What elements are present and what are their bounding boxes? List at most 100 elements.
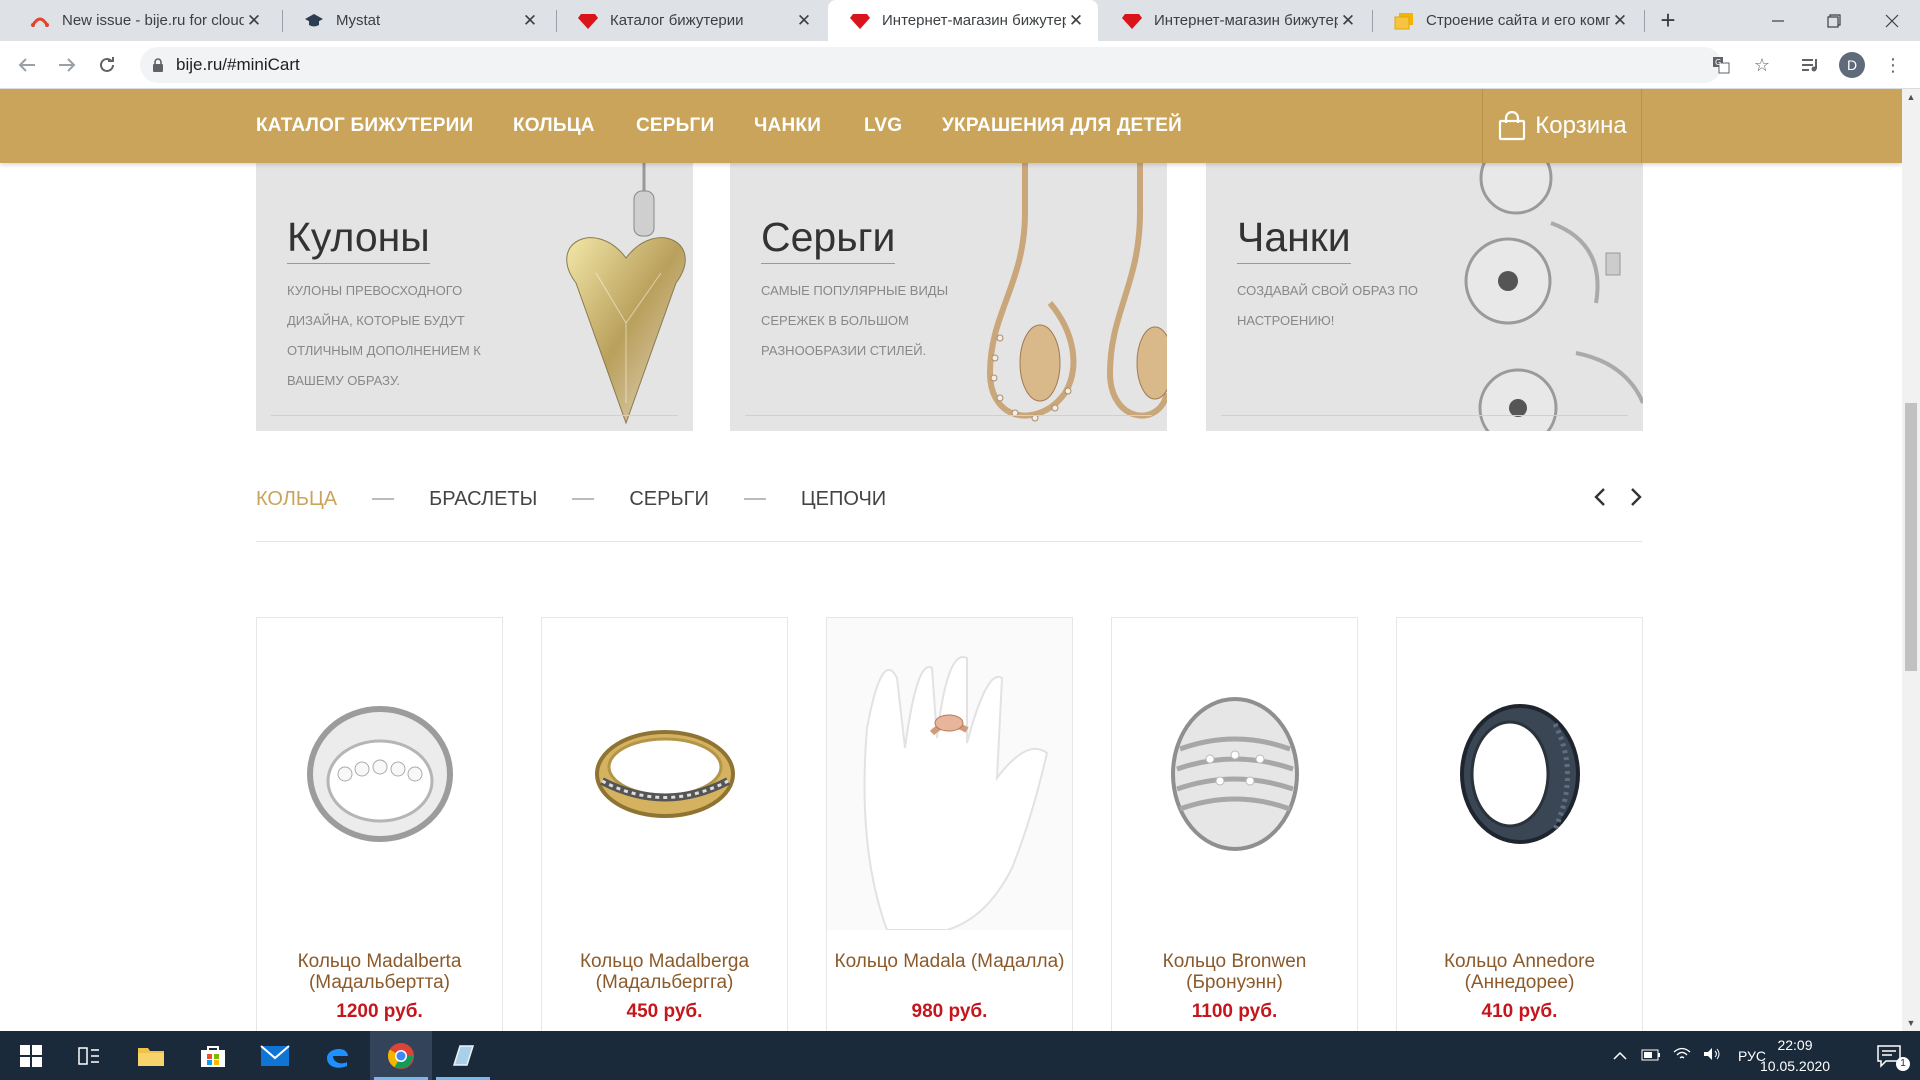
tab-gitlab[interactable]: New issue - bije.ru for cloud1 ✕: [8, 0, 276, 41]
mail-icon: [260, 1044, 290, 1066]
restore-button[interactable]: [1806, 0, 1862, 41]
product-card[interactable]: Кольцо Madalberga (Мадальбергга) 450 руб…: [541, 617, 788, 1031]
banner-description: Создавай свой образ по настроению!: [1237, 283, 1418, 328]
banner-pendants[interactable]: Кулоны Кулоны превосходного дизайна, кот…: [256, 163, 693, 431]
minimize-button[interactable]: [1750, 0, 1806, 41]
scroll-thumb[interactable]: [1905, 403, 1917, 671]
nav-kids-jewelry[interactable]: УКРАШЕНИЯ ДЛЯ ДЕТЕЙ: [942, 115, 1182, 137]
task-view-button[interactable]: [58, 1031, 120, 1080]
tab-rings[interactable]: КОЛЬЦА: [256, 488, 337, 511]
close-tab-icon[interactable]: ✕: [1338, 11, 1358, 31]
cart-label: Корзина: [1535, 112, 1627, 139]
close-window-button[interactable]: [1864, 0, 1920, 41]
tab-shop[interactable]: Интернет-магазин бижутерии ✕: [1100, 0, 1370, 41]
tab-title: Интернет-магазин бижутерии: [882, 12, 1066, 29]
product-name[interactable]: Кольцо Annedore (Аннедорее): [1397, 951, 1642, 993]
product-image[interactable]: [542, 618, 787, 930]
product-card[interactable]: Кольцо Annedore (Аннедорее) 410 руб.: [1396, 617, 1643, 1031]
product-name[interactable]: Кольцо Madala (Мадалла): [827, 951, 1072, 972]
file-explorer-button[interactable]: [120, 1031, 182, 1080]
volume-icon[interactable]: [1697, 1047, 1727, 1064]
notifications-button[interactable]: 1: [1858, 1031, 1920, 1080]
new-tab-button[interactable]: +: [1654, 7, 1682, 35]
browser-toolbar: bije.ru/#miniCart G ☆ D ⋮: [0, 41, 1920, 89]
edge-button[interactable]: [306, 1031, 368, 1080]
close-tab-icon[interactable]: ✕: [520, 11, 540, 31]
nav-earrings[interactable]: СЕРЬГИ: [636, 115, 714, 137]
wifi-icon[interactable]: [1667, 1047, 1697, 1064]
tab-catalog[interactable]: Каталог бижутерии ✕: [556, 0, 826, 41]
start-button[interactable]: [0, 1031, 62, 1080]
profile-avatar[interactable]: D: [1839, 52, 1865, 78]
carousel-prev-button[interactable]: [1588, 483, 1612, 511]
tab-bracelets[interactable]: БРАСЛЕТЫ: [429, 488, 537, 511]
product-name[interactable]: Кольцо Madalberta (Мадальбертта): [257, 951, 502, 993]
battery-icon[interactable]: [1635, 1048, 1667, 1064]
scroll-down-arrow[interactable]: ▼: [1902, 1015, 1920, 1031]
kebab-menu-icon[interactable]: ⋮: [1878, 50, 1908, 80]
forward-button[interactable]: [52, 50, 82, 80]
product-name[interactable]: Кольцо Madalberga (Мадальбергга): [542, 951, 787, 993]
product-image[interactable]: [257, 618, 502, 930]
system-clock[interactable]: 22:09 10.05.2020: [1760, 1035, 1830, 1077]
nav-lvg[interactable]: LVG: [864, 115, 902, 137]
close-tab-icon[interactable]: ✕: [794, 11, 814, 31]
svg-text:G: G: [1715, 58, 1721, 67]
banner-chunks[interactable]: Чанки Создавай свой образ по настроению!: [1206, 163, 1643, 431]
windows-logo-icon: [20, 1044, 42, 1067]
chrome-button[interactable]: [370, 1031, 432, 1080]
carousel-next-button[interactable]: [1624, 483, 1648, 511]
chevron-up-icon[interactable]: [1605, 1048, 1635, 1064]
product-card[interactable]: Кольцо Madala (Мадалла) 980 руб.: [826, 617, 1073, 1031]
product-name[interactable]: Кольцо Bronwen (Бронуэнн): [1112, 951, 1357, 993]
product-image[interactable]: [1397, 618, 1642, 930]
bookmark-star-icon[interactable]: ☆: [1747, 50, 1777, 80]
windows-taskbar: РУС 22:09 10.05.2020 1: [0, 1031, 1920, 1080]
chrome-icon: [387, 1042, 414, 1069]
page-scrollbar[interactable]: ▲ ▼: [1902, 89, 1920, 1031]
gitlab-icon: [30, 11, 50, 31]
tab-title: Интернет-магазин бижутерии: [1154, 12, 1338, 29]
close-tab-icon[interactable]: ✕: [244, 11, 264, 31]
product-image[interactable]: [1112, 618, 1357, 930]
product-price: 980 руб.: [911, 1001, 988, 1022]
mail-button[interactable]: [244, 1031, 306, 1080]
store-button[interactable]: [182, 1031, 244, 1080]
media-queue-icon[interactable]: [1795, 50, 1825, 80]
tab-slides[interactable]: Строение сайта и его компоненты ✕: [1372, 0, 1642, 41]
nav-rings[interactable]: КОЛЬЦА: [513, 115, 595, 137]
product-price: 410 руб.: [1481, 1001, 1558, 1022]
product-image[interactable]: [827, 618, 1072, 930]
product-card[interactable]: Кольцо Madalberta (Мадальбертта) 1200 ру…: [256, 617, 503, 1031]
reload-button[interactable]: [92, 50, 122, 80]
translate-icon[interactable]: G: [1706, 50, 1736, 80]
clock-date: 10.05.2020: [1760, 1058, 1831, 1074]
tab-mystat[interactable]: Mystat ✕: [282, 0, 552, 41]
banner-title: Чанки: [1237, 214, 1351, 264]
slides-icon: [1394, 11, 1414, 31]
nav-chunks[interactable]: ЧАНКИ: [754, 115, 821, 137]
close-tab-icon[interactable]: ✕: [1610, 11, 1630, 31]
scroll-up-arrow[interactable]: ▲: [1902, 89, 1920, 105]
store-bag-icon: [201, 1045, 225, 1067]
folder-icon: [138, 1047, 164, 1066]
site-main-nav: КАТАЛОГ БИЖУТЕРИИ КОЛЬЦА СЕРЬГИ ЧАНКИ LV…: [0, 89, 1902, 163]
tab-title: New issue - bije.ru for cloud1: [62, 12, 244, 29]
cart-button[interactable]: Корзина: [1482, 89, 1642, 163]
banner-earrings[interactable]: Серьги Самые популярные виды сережек в б…: [730, 163, 1167, 431]
banner-title: Серьги: [761, 214, 896, 264]
close-tab-icon[interactable]: ✕: [1066, 11, 1086, 31]
nav-catalog[interactable]: КАТАЛОГ БИЖУТЕРИИ: [256, 115, 473, 137]
product-card[interactable]: Кольцо Bronwen (Бронуэнн) 1100 руб.: [1111, 617, 1358, 1031]
category-tabs: КОЛЬЦА БРАСЛЕТЫ СЕРЬГИ ЦЕПОЧИ: [256, 484, 886, 514]
product-price: 450 руб.: [626, 1001, 703, 1022]
browser-tab-strip: New issue - bije.ru for cloud1 ✕ Mystat …: [0, 0, 1920, 41]
tab-earrings[interactable]: СЕРЬГИ: [629, 488, 708, 511]
app-button[interactable]: [432, 1031, 494, 1080]
back-button[interactable]: [12, 50, 42, 80]
system-tray: РУС: [1605, 1031, 1777, 1080]
tab-chains[interactable]: ЦЕПОЧИ: [801, 488, 886, 511]
address-bar[interactable]: bije.ru/#miniCart: [140, 47, 1722, 83]
tab-shop-active[interactable]: Интернет-магазин бижутерии ✕: [828, 0, 1098, 41]
notification-count: 1: [1896, 1057, 1910, 1071]
